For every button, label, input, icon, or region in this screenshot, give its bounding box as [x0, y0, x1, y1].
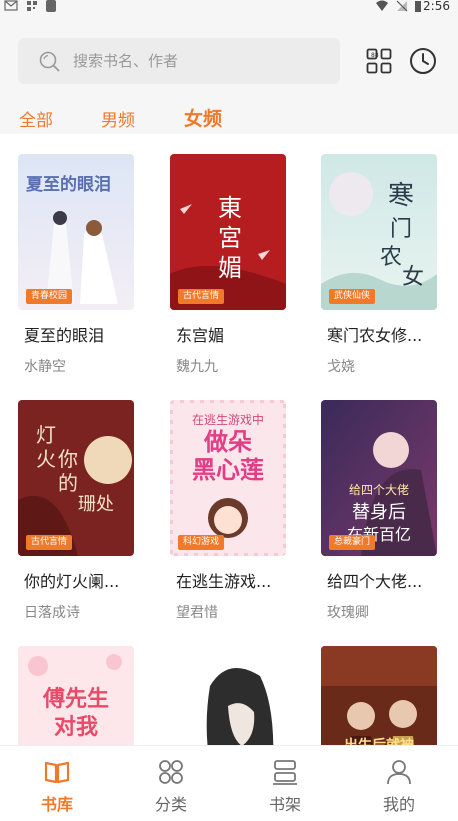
book-cover[interactable]: 寒 门 农 女 武侠仙侠 [321, 154, 437, 310]
genre-badge: 武侠仙侠 [329, 289, 376, 304]
history-clock-icon[interactable] [409, 47, 437, 75]
mail-icon [4, 0, 18, 11]
svg-text:给四个大佬: 给四个大佬 [349, 483, 409, 497]
svg-text:媚: 媚 [218, 254, 242, 282]
genre-badge: 科幻游戏 [178, 535, 225, 550]
genre-badge: 青春校园 [26, 289, 73, 304]
nav-library[interactable]: 书库 [0, 746, 114, 821]
grid-view-icon[interactable]: 88 [366, 48, 392, 74]
book-cover[interactable]: 傅先生 对我 [18, 646, 134, 745]
book-author: 玫瑰卿 [327, 605, 369, 621]
svg-text:寒: 寒 [388, 181, 414, 211]
category-icon [159, 760, 183, 784]
book-title: 给四个大佬... [327, 572, 423, 591]
svg-text:女: 女 [402, 265, 424, 290]
nav-label: 书库 [40, 795, 73, 814]
book-author: 戈娆 [327, 359, 355, 375]
svg-text:在逃生游戏中: 在逃生游戏中 [192, 412, 264, 427]
svg-text:替身后: 替身后 [352, 502, 406, 523]
svg-text:你: 你 [58, 447, 78, 471]
svg-text:出生后就被: 出生后就被 [344, 737, 415, 745]
svg-text:火: 火 [36, 447, 56, 471]
book-author: 日落成诗 [24, 605, 80, 621]
book-cover[interactable]: 灯 火 你 的 珊处 古代言情 [18, 400, 134, 556]
svg-text:农: 农 [380, 245, 402, 270]
nav-category[interactable]: 分类 [114, 746, 228, 821]
svg-text:做朵: 做朵 [203, 428, 252, 456]
nav-label: 书架 [268, 795, 301, 814]
book-cover[interactable]: 出生后就被 [321, 646, 437, 745]
svg-text:灯: 灯 [36, 423, 56, 447]
genre-badge: 古代言情 [26, 535, 73, 550]
nav-profile[interactable]: 我的 [342, 746, 456, 821]
svg-text:宮: 宮 [218, 224, 242, 252]
sim-icon [46, 0, 56, 12]
book-open-icon [44, 761, 70, 784]
book-grid: 夏至的眼泪 青春校园 夏至的眼泪 水静空 東 宮 媚 古代言情 东宫媚 魏九九 … [0, 135, 458, 745]
book-title: 你的灯火阑... [24, 572, 120, 591]
book-author: 水静空 [24, 359, 66, 375]
signal-off-icon [396, 0, 408, 12]
status-time: 2:56 [423, 0, 450, 13]
svg-text:黑心莲: 黑心莲 [192, 456, 264, 484]
nav-bookshelf[interactable]: 书架 [228, 746, 342, 821]
tab-all[interactable]: 全部 [19, 106, 53, 131]
svg-text:对我: 对我 [54, 715, 98, 740]
book-author: 魏九九 [176, 359, 218, 375]
bottom-navigation: 书库 分类 书架 我的 [0, 745, 458, 821]
genre-badge: 总裁豪门 [329, 535, 376, 550]
search-icon [39, 51, 60, 72]
book-author: 望君惜 [176, 605, 218, 621]
user-icon [387, 760, 411, 785]
book-cover[interactable]: 夏至的眼泪 青春校园 [18, 154, 134, 310]
genre-badge: 古代言情 [178, 289, 225, 304]
battery-icon [415, 1, 421, 12]
svg-text:東: 東 [218, 194, 242, 222]
wifi-icon [376, 0, 388, 11]
svg-text:的: 的 [58, 471, 78, 495]
book-cover[interactable]: 在逃生游戏中 做朵 黑心莲 科幻游戏 [170, 400, 286, 556]
book-title: 寒门农女修... [327, 326, 423, 345]
bookshelf-icon [273, 760, 297, 785]
tab-female[interactable]: 女频 [184, 104, 222, 131]
nav-label: 我的 [382, 795, 415, 814]
search-bar[interactable]: 搜索书名、作者 [18, 38, 340, 84]
svg-text:88: 88 [371, 52, 379, 59]
tab-male[interactable]: 男频 [101, 106, 135, 131]
top-bar: 搜索书名、作者 88 全部 男频 女频 [0, 14, 458, 134]
status-bar: 2:56 [0, 0, 458, 14]
book-title: 夏至的眼泪 [24, 326, 105, 345]
book-title: 在逃生游戏... [176, 572, 272, 591]
book-cover[interactable] [170, 646, 286, 745]
svg-text:傅先生: 傅先生 [42, 687, 109, 712]
book-title: 东宫媚 [176, 326, 225, 345]
svg-text:珊处: 珊处 [78, 494, 114, 515]
book-cover[interactable]: 给四个大佬 替身后 在新百亿 总裁豪门 [321, 400, 437, 556]
nav-label: 分类 [154, 795, 187, 814]
book-cover[interactable]: 東 宮 媚 古代言情 [170, 154, 286, 310]
category-tabs: 全部 男频 女频 [0, 102, 458, 134]
svg-text:门: 门 [390, 217, 412, 242]
svg-text:夏至的眼泪: 夏至的眼泪 [26, 174, 111, 195]
search-placeholder: 搜索书名、作者 [73, 52, 179, 70]
qr-icon [27, 1, 37, 11]
